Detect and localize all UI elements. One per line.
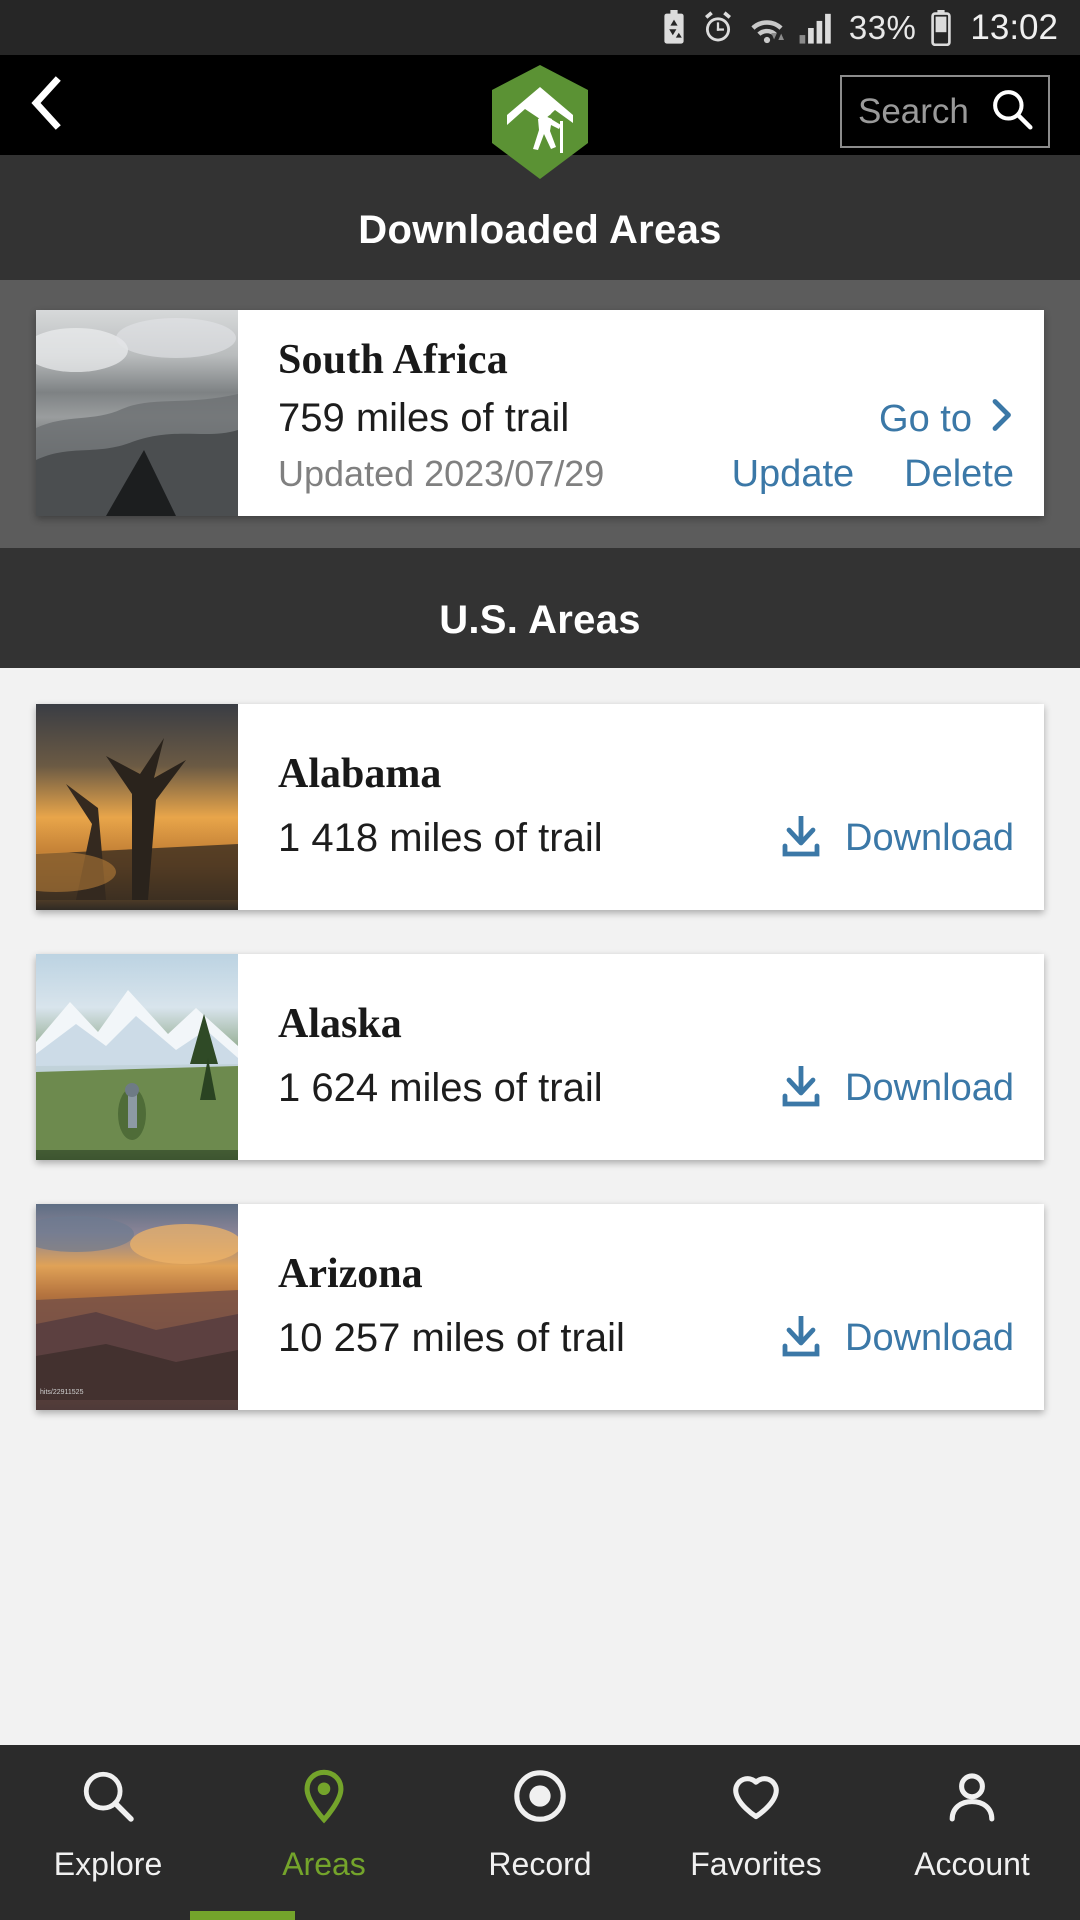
battery-saver-icon [659, 9, 689, 46]
list-item-body: Alabama 1 418 miles of trail Download [238, 704, 1044, 910]
download-label: Download [845, 816, 1014, 859]
area-miles: 10 257 miles of trail [278, 1315, 625, 1360]
area-name: Alabama [278, 750, 442, 797]
download-button[interactable]: Download [779, 1062, 1014, 1115]
area-miles-row: 759 miles of trail Go to [278, 384, 1014, 443]
search-input[interactable]: Search [840, 75, 1050, 148]
svg-text:hits/22911525: hits/22911525 [40, 1389, 84, 1396]
nav-label: Areas [282, 1846, 366, 1882]
clock-label: 13:02 [970, 7, 1058, 47]
active-tab-indicator [190, 1911, 295, 1920]
list-item[interactable]: hits/22911525 Arizona 10 257 miles of tr… [36, 1204, 1044, 1410]
nav-item-favorites[interactable]: Favorites [648, 1767, 864, 1883]
download-button[interactable]: Download [779, 812, 1014, 865]
area-sub-row: 1 418 miles of trail Download [278, 812, 1014, 865]
downloaded-card-wrap: South Africa 759 miles of trail Go to Up… [0, 310, 1080, 516]
nav-item-explore[interactable]: Explore [0, 1767, 216, 1883]
us-areas-list: Alabama 1 418 miles of trail Download Al… [0, 668, 1080, 1410]
download-label: Download [845, 1066, 1014, 1109]
search-icon[interactable] [990, 87, 1034, 136]
downloaded-card-body: South Africa 759 miles of trail Go to Up… [238, 310, 1044, 516]
area-name: Alaska [278, 1000, 402, 1047]
chevron-right-icon [988, 397, 1014, 443]
list-item[interactable]: Alaska 1 624 miles of trail Download [36, 954, 1044, 1160]
status-bar: 33% 13:02 [0, 0, 1080, 55]
area-miles: 759 miles of trail [278, 396, 570, 440]
alabama-thumbnail [36, 704, 238, 910]
person-icon [943, 1767, 1001, 1830]
bottom-navigation: Explore Areas Record Favorites Account [0, 1745, 1080, 1920]
area-sub-row: 1 624 miles of trail Download [278, 1062, 1014, 1115]
chevron-left-icon [28, 75, 68, 136]
area-updated-date: Updated 2023/07/29 [278, 452, 605, 494]
arizona-thumbnail: hits/22911525 [36, 1204, 238, 1410]
area-sub-row: 10 257 miles of trail Download [278, 1312, 1014, 1365]
wifi-icon [747, 11, 787, 45]
list-item-body: Arizona 10 257 miles of trail Download [238, 1204, 1044, 1410]
go-to-button[interactable]: Go to [879, 397, 1014, 443]
search-placeholder: Search [858, 91, 969, 131]
area-actions: Update Delete [732, 445, 1014, 496]
download-icon [779, 1062, 823, 1115]
downloaded-area-card[interactable]: South Africa 759 miles of trail Go to Up… [36, 310, 1044, 516]
nav-item-account[interactable]: Account [864, 1767, 1080, 1883]
search-icon [79, 1767, 137, 1830]
app-bar: Search [0, 55, 1080, 179]
nav-item-areas[interactable]: Areas [216, 1767, 432, 1883]
battery-icon [928, 9, 954, 46]
download-icon [779, 812, 823, 865]
downloaded-areas-band: South Africa 759 miles of trail Go to Up… [0, 280, 1080, 548]
record-icon [511, 1767, 569, 1830]
alarm-clock-icon [701, 10, 735, 45]
cellular-signal-icon [799, 11, 837, 45]
go-to-label: Go to [879, 398, 972, 440]
nav-label: Account [914, 1846, 1030, 1882]
nav-label: Explore [53, 1846, 163, 1882]
nav-label: Record [488, 1846, 592, 1882]
download-icon [779, 1312, 823, 1365]
back-button[interactable] [0, 55, 96, 155]
area-name: South Africa [278, 337, 508, 383]
download-label: Download [845, 1316, 1014, 1359]
us-areas-header: U.S. Areas [0, 548, 1080, 668]
alaska-thumbnail [36, 954, 238, 1160]
nav-item-record[interactable]: Record [432, 1767, 648, 1883]
list-item-body: Alaska 1 624 miles of trail Download [238, 954, 1044, 1160]
battery-percent-label: 33% [848, 8, 917, 46]
hiker-hexagon-logo[interactable] [485, 63, 595, 181]
update-button[interactable]: Update [732, 453, 855, 496]
area-updated-row: Updated 2023/07/29 Update Delete [278, 443, 1014, 496]
delete-button[interactable]: Delete [904, 453, 1014, 496]
download-button[interactable]: Download [779, 1312, 1014, 1365]
nav-label: Favorites [690, 1846, 822, 1882]
area-name: Arizona [278, 1250, 423, 1297]
area-miles: 1 624 miles of trail [278, 1065, 603, 1110]
list-item[interactable]: Alabama 1 418 miles of trail Download [36, 704, 1044, 910]
area-miles: 1 418 miles of trail [278, 815, 603, 860]
heart-icon [727, 1767, 785, 1830]
south-africa-thumbnail [36, 310, 238, 516]
map-pin-icon [295, 1767, 353, 1830]
